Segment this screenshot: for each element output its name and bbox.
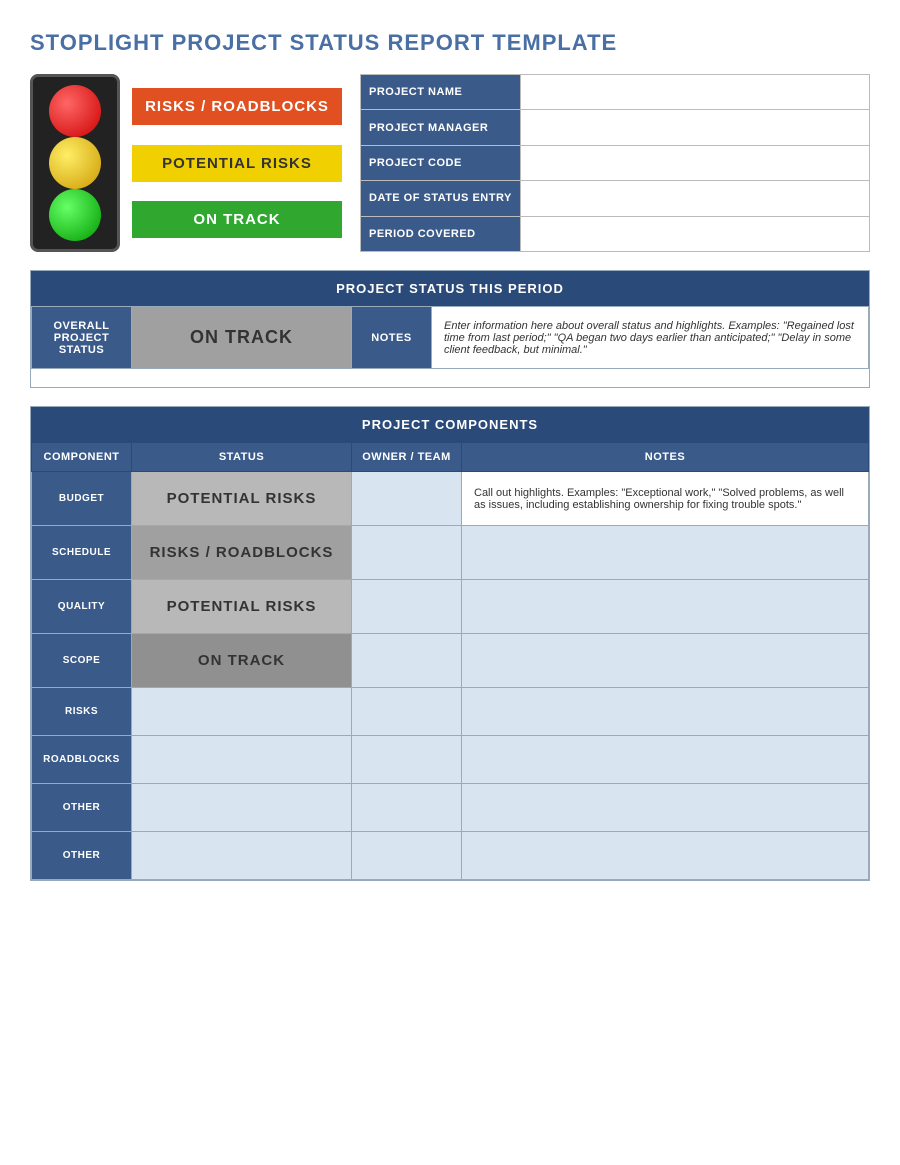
table-row: OTHER xyxy=(32,832,869,880)
notes-label: NOTES xyxy=(352,307,432,369)
budget-label: BUDGET xyxy=(32,472,132,526)
project-code-label: PROJECT CODE xyxy=(361,145,521,180)
top-section: RISKS / ROADBLOCKS POTENTIAL RISKS ON TR… xyxy=(30,74,870,252)
quality-status: POTENTIAL RISKS xyxy=(132,580,352,634)
other2-owner[interactable] xyxy=(352,832,462,880)
risks-label: RISKS xyxy=(32,688,132,736)
schedule-notes[interactable] xyxy=(462,526,869,580)
project-name-row: PROJECT NAME xyxy=(361,75,870,110)
project-name-label: PROJECT NAME xyxy=(361,75,521,110)
project-status-header: PROJECT STATUS THIS PERIOD xyxy=(31,271,869,306)
other2-label: OTHER xyxy=(32,832,132,880)
on-track-button[interactable]: ON TRACK xyxy=(132,201,342,238)
project-code-row: PROJECT CODE xyxy=(361,145,870,180)
other1-status xyxy=(132,784,352,832)
roadblocks-label: ROADBLOCKS xyxy=(32,736,132,784)
stoplight-yellow xyxy=(49,137,101,189)
other1-owner[interactable] xyxy=(352,784,462,832)
table-row: QUALITY POTENTIAL RISKS xyxy=(32,580,869,634)
quality-owner[interactable] xyxy=(352,580,462,634)
budget-notes[interactable]: Call out highlights. Examples: "Exceptio… xyxy=(462,472,869,526)
risks-owner[interactable] xyxy=(352,688,462,736)
period-covered-value[interactable] xyxy=(520,216,869,251)
table-row: OTHER xyxy=(32,784,869,832)
overall-project-status-label: OVERALL PROJECT STATUS xyxy=(32,307,132,369)
project-components-header: PROJECT COMPONENTS xyxy=(31,407,869,442)
project-status-section: PROJECT STATUS THIS PERIOD OVERALL PROJE… xyxy=(30,270,870,388)
col-status-header: STATUS xyxy=(132,443,352,472)
period-covered-row: PERIOD COVERED xyxy=(361,216,870,251)
schedule-status: RISKS / ROADBLOCKS xyxy=(132,526,352,580)
risks-status xyxy=(132,688,352,736)
components-table: COMPONENT STATUS OWNER / TEAM NOTES BUDG… xyxy=(31,442,869,880)
col-component-header: COMPONENT xyxy=(32,443,132,472)
project-manager-row: PROJECT MANAGER xyxy=(361,110,870,145)
other1-label: OTHER xyxy=(32,784,132,832)
overall-status-value: ON TRACK xyxy=(132,307,352,369)
stoplight-red xyxy=(49,85,101,137)
schedule-label: SCHEDULE xyxy=(32,526,132,580)
risks-roadblocks-button[interactable]: RISKS / ROADBLOCKS xyxy=(132,88,342,125)
other2-status xyxy=(132,832,352,880)
status-buttons: RISKS / ROADBLOCKS POTENTIAL RISKS ON TR… xyxy=(132,74,342,252)
table-row: SCOPE ON TRACK xyxy=(32,634,869,688)
project-components-section: PROJECT COMPONENTS COMPONENT STATUS OWNE… xyxy=(30,406,870,881)
status-table: OVERALL PROJECT STATUS ON TRACK NOTES En… xyxy=(31,306,869,369)
project-name-value[interactable] xyxy=(520,75,869,110)
quality-label: QUALITY xyxy=(32,580,132,634)
roadblocks-notes[interactable] xyxy=(462,736,869,784)
scope-status: ON TRACK xyxy=(132,634,352,688)
components-header-row: COMPONENT STATUS OWNER / TEAM NOTES xyxy=(32,443,869,472)
status-row: OVERALL PROJECT STATUS ON TRACK NOTES En… xyxy=(32,307,869,369)
scope-owner[interactable] xyxy=(352,634,462,688)
quality-notes[interactable] xyxy=(462,580,869,634)
potential-risks-button[interactable]: POTENTIAL RISKS xyxy=(132,145,342,182)
stoplight-green xyxy=(49,189,101,241)
other1-notes[interactable] xyxy=(462,784,869,832)
budget-owner[interactable] xyxy=(352,472,462,526)
scope-notes[interactable] xyxy=(462,634,869,688)
stoplight xyxy=(30,74,120,252)
project-code-value[interactable] xyxy=(520,145,869,180)
page-title: STOPLIGHT PROJECT STATUS REPORT TEMPLATE xyxy=(30,30,870,56)
period-covered-label: PERIOD COVERED xyxy=(361,216,521,251)
project-manager-value[interactable] xyxy=(520,110,869,145)
schedule-owner[interactable] xyxy=(352,526,462,580)
table-row: RISKS xyxy=(32,688,869,736)
budget-status: POTENTIAL RISKS xyxy=(132,472,352,526)
col-owner-header: OWNER / TEAM xyxy=(352,443,462,472)
other2-notes[interactable] xyxy=(462,832,869,880)
date-status-label: DATE OF STATUS ENTRY xyxy=(361,181,521,216)
project-info-table: PROJECT NAME PROJECT MANAGER PROJECT COD… xyxy=(360,74,870,252)
roadblocks-owner[interactable] xyxy=(352,736,462,784)
notes-content[interactable]: Enter information here about overall sta… xyxy=(432,307,869,369)
project-manager-label: PROJECT MANAGER xyxy=(361,110,521,145)
table-row: BUDGET POTENTIAL RISKS Call out highligh… xyxy=(32,472,869,526)
scope-label: SCOPE xyxy=(32,634,132,688)
risks-notes[interactable] xyxy=(462,688,869,736)
date-status-row: DATE OF STATUS ENTRY xyxy=(361,181,870,216)
table-row: SCHEDULE RISKS / ROADBLOCKS xyxy=(32,526,869,580)
col-notes-header: NOTES xyxy=(462,443,869,472)
table-row: ROADBLOCKS xyxy=(32,736,869,784)
roadblocks-status xyxy=(132,736,352,784)
date-status-value[interactable] xyxy=(520,181,869,216)
